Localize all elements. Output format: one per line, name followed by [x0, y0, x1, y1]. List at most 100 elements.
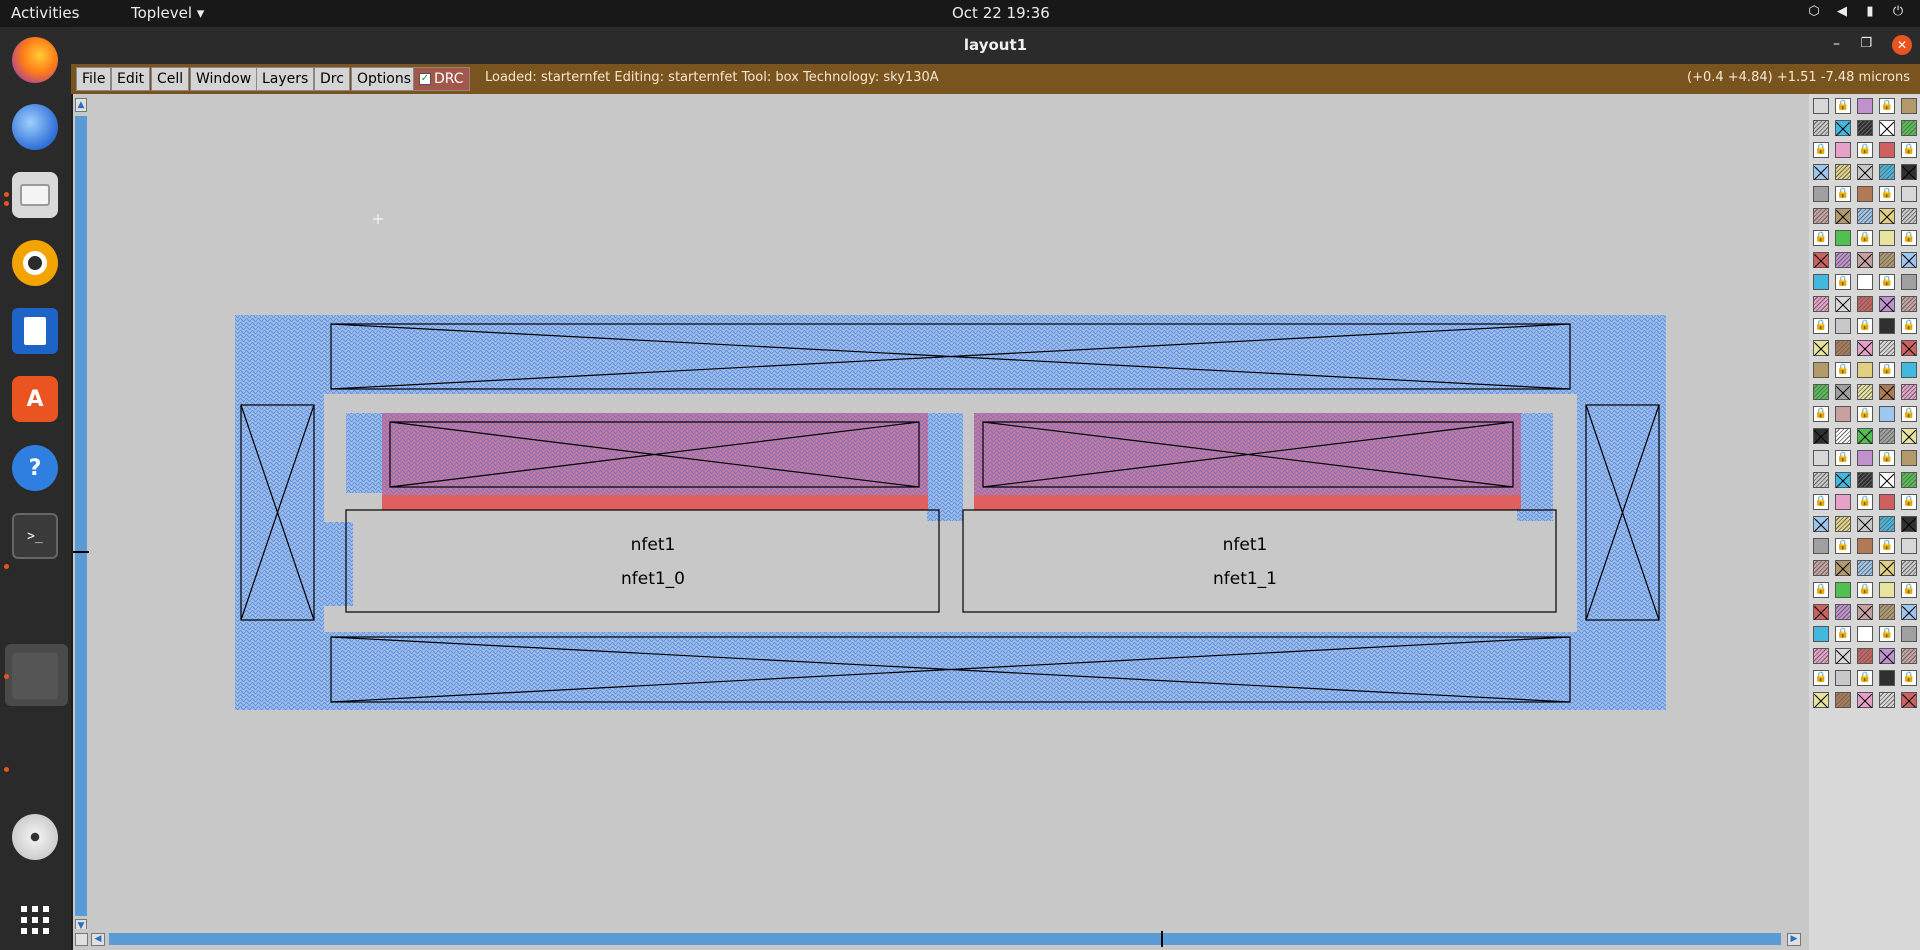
layer-swatch[interactable]: 🔒 — [1857, 670, 1873, 686]
vertical-scroll-track[interactable] — [75, 116, 87, 916]
layer-swatch[interactable] — [1901, 208, 1917, 224]
layer-swatch[interactable] — [1857, 274, 1873, 290]
layer-swatch[interactable] — [1813, 450, 1829, 466]
layer-swatch[interactable] — [1835, 428, 1851, 444]
layer-swatch[interactable]: 🔒 — [1879, 274, 1895, 290]
layer-swatch[interactable] — [1835, 296, 1851, 313]
maximize-button[interactable]: ❐ — [1860, 36, 1872, 51]
grid-icon[interactable] — [12, 897, 58, 943]
layer-swatch[interactable] — [1901, 450, 1917, 466]
layer-swatch[interactable]: 🔒 — [1813, 670, 1829, 686]
layer-swatch[interactable] — [1901, 98, 1917, 114]
layer-swatch[interactable]: 🔒 — [1835, 98, 1851, 114]
scroll-left-arrow-icon[interactable]: ◀ — [91, 933, 105, 946]
layer-swatch[interactable]: 🔒 — [1813, 142, 1829, 158]
layer-swatch[interactable]: 🔒 — [1901, 318, 1917, 334]
layer-swatch[interactable]: 🔒 — [1857, 582, 1873, 598]
layer-swatch[interactable] — [1857, 472, 1873, 488]
layer-swatch[interactable] — [1857, 362, 1873, 378]
layer-swatch[interactable]: 🔒 — [1857, 230, 1873, 246]
layer-swatch[interactable] — [1813, 648, 1829, 664]
layer-swatch[interactable] — [1879, 692, 1895, 708]
layer-swatch[interactable] — [1879, 472, 1895, 489]
layout-canvas[interactable]: nfet1 nfet1_0 nfet1 nfet1_1 — [89, 94, 1809, 929]
folder-icon[interactable] — [12, 172, 58, 218]
layer-swatch[interactable] — [1813, 98, 1829, 114]
layer-swatch[interactable] — [1879, 120, 1895, 137]
layer-swatch[interactable] — [1835, 142, 1851, 158]
layer-swatch[interactable]: 🔒 — [1901, 142, 1917, 158]
layer-swatch[interactable] — [1813, 252, 1829, 269]
vertical-scroll-thumb[interactable] — [73, 551, 89, 553]
layer-swatch[interactable]: 🔒 — [1857, 318, 1873, 334]
layer-swatch[interactable] — [1901, 186, 1917, 202]
layer-swatch[interactable] — [1901, 692, 1917, 709]
layer-swatch[interactable]: 🔒 — [1879, 626, 1895, 642]
layer-swatch[interactable]: 🔒 — [1813, 406, 1829, 422]
store-icon[interactable]: A — [12, 376, 58, 422]
layer-swatch[interactable] — [1835, 582, 1851, 598]
layer-swatch[interactable]: 🔒 — [1901, 230, 1917, 246]
layer-swatch[interactable] — [1879, 208, 1895, 225]
layer-swatch[interactable] — [1879, 230, 1895, 246]
close-button[interactable]: ✕ — [1892, 35, 1912, 55]
activities-button[interactable]: Activities — [11, 4, 79, 22]
layer-swatch[interactable] — [1835, 692, 1851, 708]
layer-swatch[interactable] — [1835, 384, 1851, 401]
layer-swatch[interactable] — [1835, 670, 1851, 686]
menu-cell[interactable]: Cell — [151, 67, 190, 91]
layer-swatch[interactable] — [1879, 164, 1895, 180]
layer-swatch[interactable] — [1835, 516, 1851, 532]
layer-swatch[interactable]: 🔒 — [1835, 274, 1851, 290]
layer-swatch[interactable] — [1879, 340, 1895, 356]
layer-swatch[interactable] — [1857, 516, 1873, 533]
layer-swatch[interactable] — [1879, 604, 1895, 620]
layer-swatch[interactable] — [1857, 120, 1873, 136]
app-window-icon[interactable] — [12, 653, 58, 699]
layer-swatch[interactable] — [1857, 98, 1873, 114]
clock[interactable]: Oct 22 19:36 — [952, 4, 1050, 22]
layer-swatch[interactable]: 🔒 — [1813, 582, 1829, 598]
drc-toggle-button[interactable]: ✓ DRC — [413, 67, 470, 91]
layer-swatch[interactable] — [1857, 692, 1873, 709]
layer-swatch[interactable] — [1901, 604, 1917, 621]
layer-swatch[interactable] — [1901, 516, 1917, 533]
layer-swatch[interactable] — [1813, 296, 1829, 312]
layer-swatch[interactable] — [1901, 362, 1917, 378]
layer-swatch[interactable] — [1879, 670, 1895, 686]
gate-poly-left[interactable] — [382, 413, 928, 510]
layer-swatch[interactable] — [1835, 406, 1851, 422]
layer-swatch[interactable]: 🔒 — [1857, 406, 1873, 422]
layer-swatch[interactable] — [1901, 120, 1917, 136]
layer-swatch[interactable] — [1857, 296, 1873, 312]
layer-swatch[interactable] — [1813, 384, 1829, 400]
menu-file[interactable]: File — [76, 67, 112, 91]
layer-swatch[interactable] — [1857, 340, 1873, 357]
layer-swatch[interactable] — [1857, 560, 1873, 576]
layer-swatch[interactable]: 🔒 — [1813, 494, 1829, 510]
layer-swatch[interactable] — [1835, 230, 1851, 246]
layer-swatch[interactable] — [1835, 604, 1851, 620]
window-title-bar[interactable]: layout1 – ❐ ✕ — [71, 27, 1920, 64]
vertical-scrollbar[interactable]: ▲ ▼ — [73, 94, 89, 937]
system-tray[interactable]: ⬡ ◀ ▮ ⏻ — [1806, 4, 1906, 20]
battery-icon[interactable]: ▮ — [1862, 4, 1878, 20]
menu-drc[interactable]: Drc — [314, 67, 350, 91]
layer-swatch[interactable] — [1813, 428, 1829, 445]
layer-swatch[interactable] — [1879, 648, 1895, 665]
layer-swatch[interactable] — [1813, 604, 1829, 621]
layer-swatch[interactable] — [1879, 516, 1895, 532]
layer-swatch[interactable] — [1835, 648, 1851, 665]
layer-swatch[interactable]: 🔒 — [1835, 362, 1851, 378]
layer-swatch[interactable] — [1879, 494, 1895, 510]
layer-swatch[interactable] — [1835, 494, 1851, 510]
layer-swatch[interactable] — [1857, 450, 1873, 466]
scroll-corner-box[interactable] — [75, 933, 88, 946]
layer-swatch[interactable] — [1813, 626, 1829, 642]
layer-swatch[interactable] — [1835, 120, 1851, 137]
app-menu[interactable]: Toplevel ▾ — [131, 4, 204, 22]
layer-swatch[interactable]: 🔒 — [1901, 494, 1917, 510]
layer-swatch[interactable] — [1857, 208, 1873, 224]
power-icon[interactable]: ⏻ — [1890, 4, 1906, 20]
layer-swatch[interactable]: 🔒 — [1835, 626, 1851, 642]
